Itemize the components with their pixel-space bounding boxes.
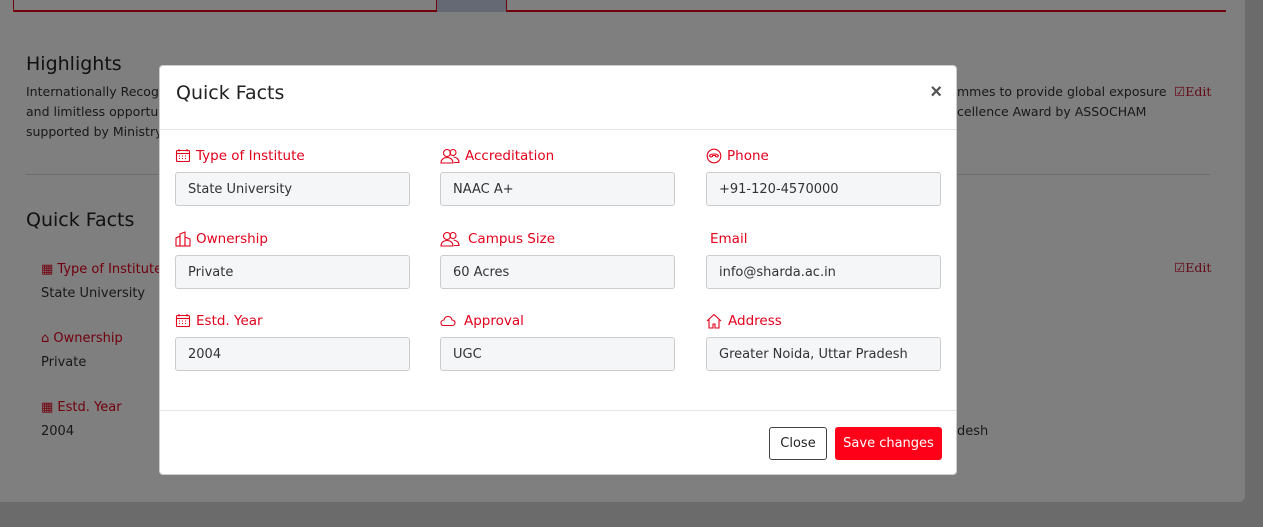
field-label-estd-year: Estd. Year bbox=[196, 313, 263, 329]
accreditation-input[interactable] bbox=[440, 172, 675, 206]
save-changes-button[interactable]: Save changes bbox=[835, 427, 942, 460]
modal-header: Quick Facts × bbox=[160, 66, 956, 130]
field-label-campus-size: Campus Size bbox=[468, 231, 556, 247]
cloud-icon bbox=[440, 313, 456, 329]
field-ownership: Ownership bbox=[175, 230, 410, 289]
field-label-accreditation: Accreditation bbox=[465, 148, 555, 164]
users-icon bbox=[440, 148, 460, 164]
modal-footer: Close Save changes bbox=[160, 410, 956, 474]
field-address: Address bbox=[706, 312, 941, 371]
close-button[interactable]: Close bbox=[769, 427, 827, 460]
field-type-of-institute: Type of Institute bbox=[175, 147, 410, 206]
close-icon[interactable]: × bbox=[930, 82, 942, 102]
users-icon bbox=[440, 231, 460, 247]
field-campus-size: Campus Size bbox=[440, 230, 675, 289]
field-label-type: Type of Institute bbox=[196, 148, 305, 164]
field-label-ownership: Ownership bbox=[196, 231, 268, 247]
building-icon bbox=[175, 231, 191, 247]
field-phone: Phone bbox=[706, 147, 941, 206]
estd-year-input[interactable] bbox=[175, 337, 410, 371]
phone-icon bbox=[706, 148, 722, 164]
modal-title: Quick Facts bbox=[176, 82, 285, 104]
field-email: Email bbox=[706, 230, 941, 289]
field-label-approval: Approval bbox=[464, 313, 524, 329]
address-input[interactable] bbox=[706, 337, 941, 371]
home-icon bbox=[706, 313, 722, 329]
campus-size-input[interactable] bbox=[440, 255, 675, 289]
phone-input[interactable] bbox=[706, 172, 941, 206]
calendar-icon bbox=[175, 148, 191, 164]
field-label-email: Email bbox=[710, 231, 748, 247]
email-input[interactable] bbox=[706, 255, 941, 289]
approval-input[interactable] bbox=[440, 337, 675, 371]
field-label-phone: Phone bbox=[727, 148, 769, 164]
calendar-icon bbox=[175, 313, 191, 329]
quick-facts-modal: Quick Facts × Type of Institute Accredit… bbox=[159, 65, 957, 475]
field-accreditation: Accreditation bbox=[440, 147, 675, 206]
ownership-input[interactable] bbox=[175, 255, 410, 289]
field-approval: Approval bbox=[440, 312, 675, 371]
field-label-address: Address bbox=[728, 313, 782, 329]
type-of-institute-input[interactable] bbox=[175, 172, 410, 206]
field-estd-year: Estd. Year bbox=[175, 312, 410, 371]
